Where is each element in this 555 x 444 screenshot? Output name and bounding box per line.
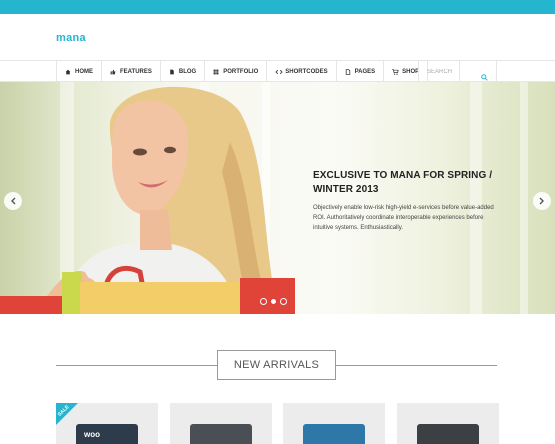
search-box[interactable] bbox=[418, 61, 497, 82]
document-icon bbox=[169, 69, 175, 75]
section-title: NEW ARRIVALS bbox=[217, 350, 336, 380]
nav-item-label: SHORTCODES bbox=[285, 68, 328, 75]
nav-item-label: BLOG bbox=[178, 68, 197, 75]
product-grid: woo SALE bbox=[56, 403, 501, 444]
nav-item-blog[interactable]: BLOG bbox=[161, 61, 206, 82]
hero-text: Objectively enable low-risk high-yield e… bbox=[313, 205, 494, 231]
site-header: mana bbox=[0, 14, 555, 60]
product-card[interactable]: woo SALE bbox=[56, 403, 158, 444]
chevron-left-icon bbox=[11, 197, 16, 205]
slider-pagination bbox=[260, 298, 287, 305]
divider-right bbox=[336, 365, 497, 366]
slider-next-button[interactable] bbox=[533, 192, 551, 210]
nav-item-features[interactable]: FEATURES bbox=[102, 61, 161, 82]
page-icon bbox=[345, 68, 351, 75]
nav-item-pages[interactable]: PAGES bbox=[337, 61, 385, 82]
nav-item-label: FEATURES bbox=[120, 68, 152, 75]
nav-item-label: SHOP bbox=[402, 68, 420, 75]
hero-title: EXCLUSIVE TO MANA FOR SPRING / WINTER 20… bbox=[313, 170, 493, 195]
search-input[interactable] bbox=[427, 68, 477, 75]
nav-item-portfolio[interactable]: PORTFOLIO bbox=[205, 61, 268, 82]
product-card[interactable] bbox=[397, 403, 499, 444]
thumbs-up-icon bbox=[110, 69, 116, 75]
nav-item-label: PORTFOLIO bbox=[223, 68, 259, 75]
hero-model-image bbox=[0, 86, 295, 314]
grid-icon bbox=[213, 69, 219, 75]
code-icon bbox=[275, 69, 283, 75]
slider-dot[interactable] bbox=[280, 298, 287, 305]
slider-dot[interactable] bbox=[270, 298, 277, 305]
product-brand-label: woo bbox=[84, 430, 100, 439]
hero-caption: EXCLUSIVE TO MANA FOR SPRING / WINTER 20… bbox=[313, 169, 503, 233]
nav-item-label: HOME bbox=[75, 68, 93, 75]
product-image bbox=[190, 424, 252, 444]
nav-item-label: PAGES bbox=[354, 68, 376, 75]
nav-menu: HOME FEATURES BLOG PORTFOLIO SHORTCODES PAGES… bbox=[56, 61, 461, 82]
nav-item-shortcodes[interactable]: SHORTCODES bbox=[267, 61, 337, 82]
top-accent-bar bbox=[0, 0, 555, 14]
cart-icon bbox=[392, 68, 399, 75]
divider-left bbox=[56, 365, 217, 366]
new-arrivals-heading: NEW ARRIVALS bbox=[0, 350, 555, 380]
slider-prev-button[interactable] bbox=[4, 192, 22, 210]
product-image bbox=[417, 424, 479, 444]
slider-dot[interactable] bbox=[260, 298, 267, 305]
product-card[interactable] bbox=[283, 403, 385, 444]
nav-item-home[interactable]: HOME bbox=[57, 61, 102, 82]
product-card[interactable] bbox=[170, 403, 272, 444]
hero-slider: EXCLUSIVE TO MANA FOR SPRING / WINTER 20… bbox=[0, 82, 555, 314]
product-image bbox=[303, 424, 365, 444]
home-icon bbox=[65, 69, 71, 75]
main-navigation: HOME FEATURES BLOG PORTFOLIO SHORTCODES PAGES… bbox=[0, 60, 555, 82]
product-image: woo bbox=[76, 424, 138, 444]
site-logo[interactable]: mana bbox=[56, 32, 86, 44]
chevron-right-icon bbox=[539, 197, 544, 205]
